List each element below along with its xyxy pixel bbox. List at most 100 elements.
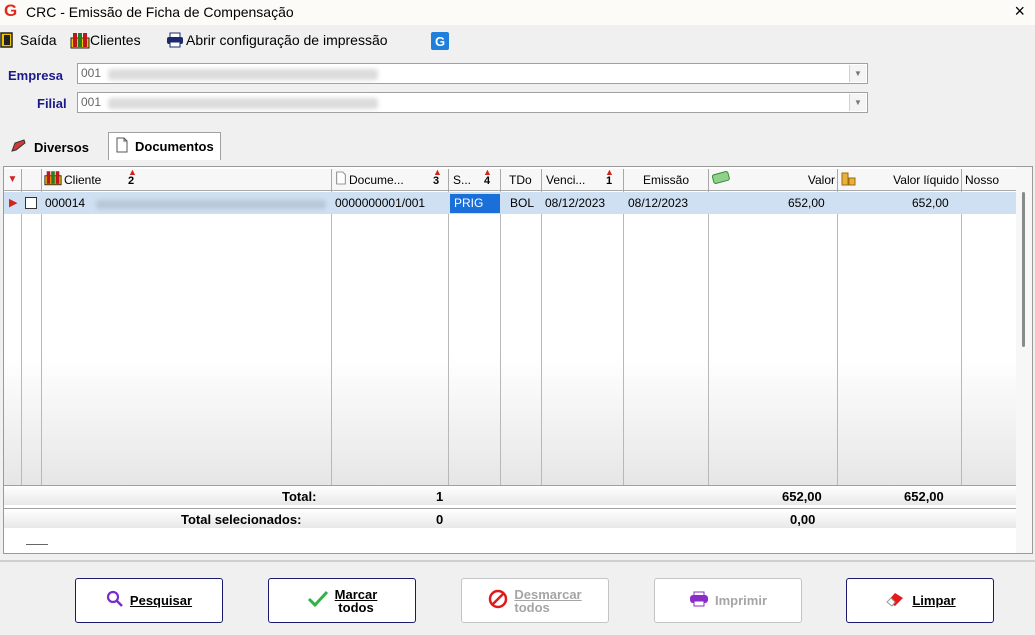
svg-text:G: G xyxy=(435,34,445,49)
col-tdo-label: TDo xyxy=(509,172,532,187)
filial-select[interactable]: 001 ▼ xyxy=(77,92,868,113)
empresa-select[interactable]: 001 ▼ xyxy=(77,63,868,84)
column-divider xyxy=(541,191,542,485)
unmark-all-button[interactable]: Desmarcar todos xyxy=(461,578,609,623)
clear-label: Limpar xyxy=(912,593,956,608)
col-cliente-label: Cliente xyxy=(64,172,102,187)
cell-tdo: BOL xyxy=(510,196,535,210)
scroll-thumb[interactable] xyxy=(1022,192,1025,347)
app-logo-icon: G xyxy=(4,1,18,20)
cell-vencimento: 08/12/2023 xyxy=(545,196,606,210)
col-valor-liquido-label: Valor líquido xyxy=(893,172,959,187)
selected-label: Total selecionados: xyxy=(181,512,302,527)
col-vencimento[interactable]: Venci... ▲ 1 xyxy=(542,167,624,191)
cell-documento: 0000000001/001 xyxy=(335,196,426,210)
cell-emissao: 08/12/2023 xyxy=(628,196,689,210)
print-config-button[interactable]: Abrir configuração de impressão xyxy=(166,32,388,48)
horizontal-scroll-thumb[interactable] xyxy=(26,544,48,545)
col-nosso-label: Nosso xyxy=(965,172,1000,187)
col-documento-label: Docume... xyxy=(349,172,404,187)
column-divider xyxy=(708,191,709,485)
tab-diversos[interactable]: Diversos xyxy=(4,134,95,160)
tab-diversos-label: Diversos xyxy=(34,139,89,155)
search-label: Pesquisar xyxy=(129,593,193,608)
eraser-icon xyxy=(884,590,906,611)
sort-order: 4 xyxy=(484,175,491,187)
vertical-scrollbar[interactable] xyxy=(1016,167,1032,553)
column-divider xyxy=(41,191,42,485)
column-divider xyxy=(623,191,624,485)
sort-order: 2 xyxy=(128,175,135,187)
clients-label: Clientes xyxy=(90,32,141,48)
mark-all-button[interactable]: Marcar todos xyxy=(268,578,416,623)
filter-indicator[interactable]: ▼ xyxy=(4,169,22,191)
document-icon xyxy=(335,171,347,188)
close-icon[interactable]: × xyxy=(1014,1,1025,22)
documents-grid[interactable]: ▼ Cliente ▲ 2 Docume... ▲ 3 S... ▲ 4 TDo… xyxy=(3,166,1033,554)
cell-valor-liquido: 652,00 xyxy=(912,196,949,210)
col-situacao[interactable]: S... ▲ 4 xyxy=(449,167,501,191)
chevron-down-icon[interactable]: ▼ xyxy=(849,65,866,82)
column-divider xyxy=(331,191,332,485)
print-button[interactable]: Imprimir xyxy=(654,578,802,623)
toolbar: Saída Clientes Abrir configuração de imp… xyxy=(0,29,1035,53)
app-help-icon: G xyxy=(431,32,449,50)
col-tdo[interactable]: TDo xyxy=(501,169,542,191)
search-button[interactable]: Pesquisar xyxy=(75,578,223,623)
total-valor: 652,00 xyxy=(782,489,822,504)
title-bar: G CRC - Emissão de Ficha de Compensação … xyxy=(0,0,1035,25)
print-label: Imprimir xyxy=(714,593,767,608)
chevron-down-icon[interactable]: ▼ xyxy=(849,94,866,111)
column-divider xyxy=(448,191,449,485)
unmark-all-label-2: todos xyxy=(514,599,550,615)
col-nosso[interactable]: Nosso xyxy=(962,169,1018,191)
total-label: Total: xyxy=(282,489,317,504)
row-checkbox[interactable] xyxy=(25,197,37,209)
checkbox-header xyxy=(22,169,42,191)
col-cliente[interactable]: Cliente ▲ 2 xyxy=(42,167,332,191)
total-count: 1 xyxy=(436,489,444,504)
window-title: CRC - Emissão de Ficha de Compensação xyxy=(26,4,294,20)
filial-label: Filial xyxy=(37,96,67,111)
prohibited-icon xyxy=(488,589,508,612)
filial-name-redacted xyxy=(108,98,378,109)
pencil-icon xyxy=(10,138,28,156)
printer-icon xyxy=(689,591,709,610)
column-divider xyxy=(961,191,962,485)
cell-situacao: PRIG xyxy=(454,196,484,210)
selected-valor: 0,00 xyxy=(790,512,816,527)
mark-all-label-2: todos xyxy=(338,599,374,615)
mark-all-label-1: Marcar xyxy=(334,586,378,602)
tab-bar: Diversos Documentos xyxy=(0,132,1035,160)
clients-group-icon xyxy=(70,32,90,49)
col-emissao[interactable]: Emissão xyxy=(624,169,709,191)
exit-button[interactable]: Saída xyxy=(0,32,57,48)
exit-door-icon xyxy=(0,32,16,48)
clients-button[interactable]: Clientes xyxy=(70,32,141,49)
column-divider xyxy=(837,191,838,485)
total-liquido: 652,00 xyxy=(904,489,944,504)
col-valor[interactable]: Valor xyxy=(709,169,838,191)
clear-button[interactable]: Limpar xyxy=(846,578,994,623)
sort-order: 3 xyxy=(433,175,440,187)
money-icon xyxy=(711,171,731,188)
help-button[interactable]: G xyxy=(431,32,449,50)
unmark-all-label-1: Desmarcar xyxy=(514,586,582,602)
selected-count: 0 xyxy=(436,512,444,527)
empresa-label: Empresa xyxy=(8,68,63,83)
empresa-name-redacted xyxy=(108,69,378,80)
sort-order: 1 xyxy=(606,175,613,187)
tab-documentos[interactable]: Documentos xyxy=(108,132,221,160)
tab-documentos-label: Documentos xyxy=(135,139,214,154)
document-icon xyxy=(115,137,129,156)
empresa-value: 001 xyxy=(81,66,102,80)
filial-value: 001 xyxy=(81,95,102,109)
col-valor-liquido[interactable]: Valor líquido xyxy=(838,169,962,191)
row-pointer-icon: ▶ xyxy=(9,197,18,209)
checkmark-icon xyxy=(307,590,329,611)
print-config-label: Abrir configuração de impressão xyxy=(186,32,388,48)
search-icon xyxy=(106,590,124,611)
col-documento[interactable]: Docume... ▲ 3 xyxy=(332,167,449,191)
clients-group-icon xyxy=(44,170,62,189)
col-vencimento-label: Venci... xyxy=(546,172,586,187)
